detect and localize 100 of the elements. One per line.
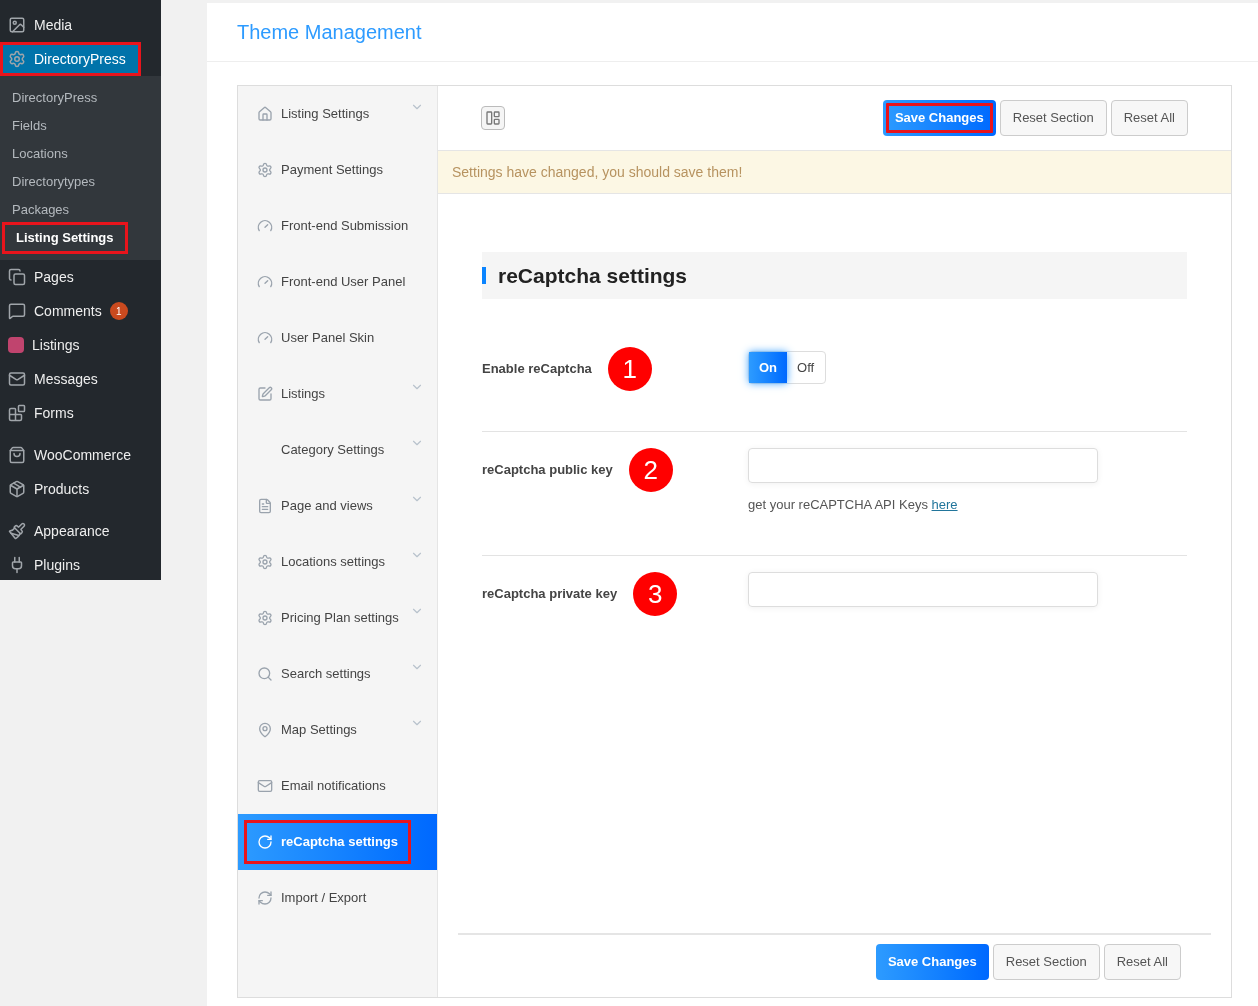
gauge-icon [257, 218, 273, 234]
reset-button[interactable]: Reset Section [999, 100, 1107, 136]
menu-label: Products [34, 479, 90, 499]
edit-icon [257, 386, 273, 402]
reset-button[interactable]: Reset Section [992, 944, 1100, 980]
admin-menu-item[interactable]: Listings [0, 328, 161, 362]
submenu-item[interactable]: Packages [0, 196, 82, 224]
menu-label: Forms [34, 403, 74, 423]
submenu-item[interactable]: Fields [0, 112, 59, 140]
nav-label: Import / Export [281, 889, 367, 908]
brush-icon [8, 522, 26, 540]
options-nav-item[interactable]: Listing Settings [238, 86, 437, 142]
submenu-item[interactable]: Directorytypes [0, 168, 108, 196]
nav-label: Payment Settings [281, 161, 383, 180]
options-nav-item[interactable]: Listings [238, 366, 437, 422]
here-link[interactable]: here [931, 497, 958, 512]
field-label: reCaptcha private key [482, 584, 618, 603]
help-text: get your reCAPTCHA API Keys here [748, 496, 959, 514]
admin-menu-item[interactable]: Messages [0, 362, 161, 396]
home-icon [257, 106, 273, 122]
count-badge: 1 [109, 302, 128, 320]
nav-label: Pricing Plan settings [281, 609, 399, 628]
admin-menu-item[interactable]: Forms [0, 396, 161, 430]
submenu-item[interactable]: DirectoryPress [0, 84, 110, 112]
save-changes-button[interactable]: Save Changes [882, 100, 996, 136]
nav-label: Page and views [281, 497, 373, 516]
gear-icon [257, 162, 273, 178]
envelope-icon [8, 370, 26, 388]
speech-bubble-icon [8, 302, 26, 320]
admin-menu-item[interactable]: Pages [0, 260, 161, 294]
options-nav-item[interactable]: Pricing Plan settings [238, 590, 437, 646]
menu-label: Messages [34, 369, 98, 389]
bag-icon [8, 446, 26, 464]
admin-menu-item[interactable]: Media [0, 8, 161, 42]
options-nav-item[interactable]: Search settings [238, 646, 437, 702]
number-marker: 1 [607, 347, 652, 391]
admin-menu-item[interactable]: DirectoryPress [0, 42, 141, 76]
options-nav-item[interactable]: Front-end User Panel [238, 254, 437, 310]
gauge-icon [257, 330, 273, 346]
field-label: Enable reCaptcha [482, 360, 592, 378]
options-nav-item[interactable]: Category Settings [238, 422, 437, 478]
key-input-field[interactable] [748, 571, 1098, 607]
options-nav-item[interactable]: User Panel Skin [238, 310, 437, 366]
options-nav-item[interactable]: Front-end Submission [238, 198, 437, 254]
submenu-item[interactable]: Listing Settings [4, 224, 126, 252]
search-icon [257, 666, 273, 682]
layout-toggle-icon[interactable] [481, 106, 505, 130]
reset-button[interactable]: Reset All [1110, 100, 1188, 136]
menu-label: WooCommerce [34, 445, 131, 465]
menu-label: Appearance [34, 521, 110, 541]
pin-icon [257, 722, 273, 738]
nav-label: Listing Settings [281, 105, 370, 124]
section-title: reCaptcha settings [498, 262, 688, 289]
switch-option[interactable]: On [749, 352, 788, 383]
blocks-icon [8, 404, 26, 422]
nav-label: reCaptcha settings [281, 833, 399, 852]
nav-label: Category Settings [281, 441, 385, 460]
field-label: reCaptcha public key [482, 461, 613, 479]
box-icon [8, 480, 26, 498]
nav-label: Search settings [281, 665, 371, 684]
menu-label: Listings [32, 335, 80, 355]
options-nav-item[interactable]: Payment Settings [238, 142, 437, 198]
menu-label: Plugins [34, 555, 80, 575]
save-changes-button[interactable]: Save Changes [875, 944, 989, 980]
submenu-item[interactable]: Locations [0, 140, 80, 168]
gauge-icon [257, 274, 273, 290]
options-nav-item[interactable]: Page and views [238, 478, 437, 534]
gear-icon [257, 610, 273, 626]
nav-label: Map Settings [281, 721, 357, 740]
admin-menu-item[interactable]: Plugins [0, 548, 161, 580]
key-input-field[interactable] [748, 448, 1098, 483]
admin-menu-item[interactable]: Appearance [0, 514, 161, 548]
menu-label: DirectoryPress [34, 49, 126, 69]
options-nav-item[interactable]: reCaptcha settings [238, 814, 437, 870]
refresh-icon [257, 834, 273, 850]
menu-label: Comments [34, 301, 102, 321]
options-nav-item[interactable]: Import / Export [238, 870, 437, 926]
gear-icon [257, 554, 273, 570]
nav-label: Listings [281, 385, 326, 404]
nav-label: Front-end User Panel [281, 273, 406, 292]
number-marker: 2 [628, 448, 673, 492]
page-title: Theme Management [237, 20, 422, 45]
reset-button[interactable]: Reset All [1103, 944, 1181, 980]
menu-label: Pages [34, 267, 74, 287]
admin-menu-item[interactable]: Comments 1 [0, 294, 161, 328]
on-off-switch[interactable]: On Off [748, 351, 826, 384]
options-nav-item[interactable]: Email notifications [238, 758, 437, 814]
nav-label: Front-end Submission [281, 217, 409, 236]
gear-icon [8, 50, 26, 68]
number-marker: 3 [633, 571, 678, 616]
media-icon [8, 16, 26, 34]
pages-icon [8, 268, 26, 286]
options-nav-item[interactable]: Locations settings [238, 534, 437, 590]
admin-menu-item[interactable]: WooCommerce [0, 438, 161, 472]
sync-icon [257, 890, 273, 906]
admin-menu-item[interactable]: Products [0, 472, 161, 506]
nav-label: User Panel Skin [281, 329, 375, 348]
nav-label: Locations settings [281, 553, 386, 572]
switch-option[interactable]: Off [787, 352, 825, 383]
options-nav-item[interactable]: Map Settings [238, 702, 437, 758]
